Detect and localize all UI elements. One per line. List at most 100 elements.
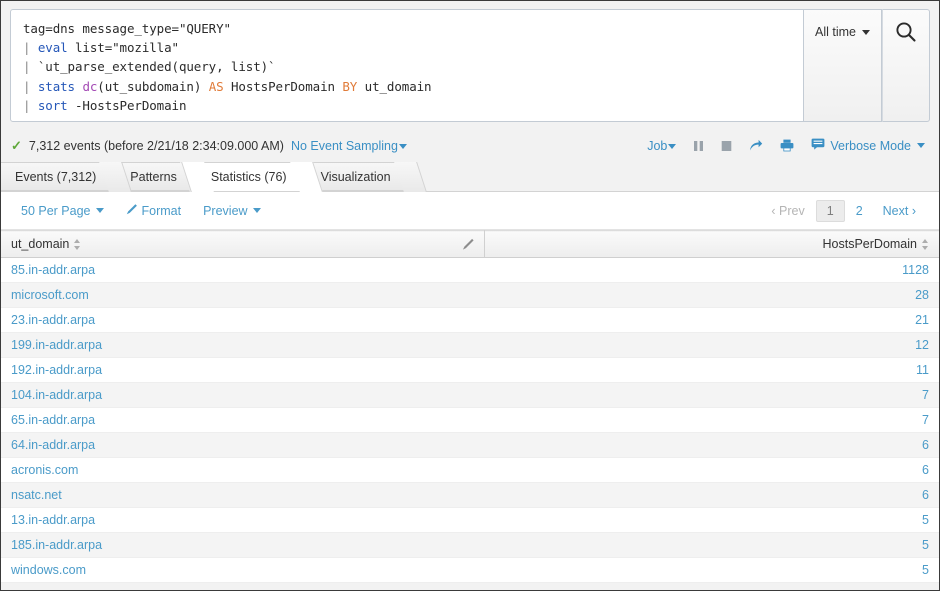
cell-HostsPerDomain[interactable]: 5	[484, 507, 939, 533]
pagination-page-1[interactable]: 1	[815, 199, 845, 222]
cell-value[interactable]: 7	[922, 413, 929, 427]
column-header-ut_domain[interactable]: ut_domain	[1, 230, 485, 258]
pagination-next-label: Next	[882, 203, 909, 218]
table-row: 23.in-addr.arpa 21	[1, 307, 939, 333]
cell-value[interactable]: 13.in-addr.arpa	[11, 513, 95, 527]
preview-dropdown[interactable]: Preview	[203, 204, 261, 218]
cell-value[interactable]: acronis.com	[11, 463, 78, 477]
pencil-icon	[126, 203, 138, 218]
cell-value[interactable]: 104.in-addr.arpa	[11, 388, 102, 402]
cell-value[interactable]: nsatc.net	[11, 488, 62, 502]
pagination-next[interactable]: Next ›	[874, 200, 925, 222]
sort-icon[interactable]	[74, 238, 81, 250]
cell-value[interactable]: 21	[915, 313, 929, 327]
spl-query-text: tag=dns message_type="QUERY" | eval list=…	[23, 19, 791, 115]
format-button[interactable]: Format	[126, 203, 181, 218]
table-row: microsoft.com 28	[1, 282, 939, 308]
cell-HostsPerDomain[interactable]: 12	[484, 332, 939, 358]
search-query-input[interactable]: tag=dns message_type="QUERY" | eval list=…	[10, 9, 804, 122]
print-icon[interactable]	[780, 139, 794, 152]
event-sampling-label: No Event Sampling	[290, 138, 398, 153]
cell-value[interactable]: 11	[916, 363, 929, 377]
statistics-table: ut_domain HostsPerDomain 85.in-addr.arpa…	[1, 230, 939, 583]
column-header-label: HostsPerDomain	[822, 237, 917, 251]
column-header-label: ut_domain	[11, 237, 70, 251]
cell-value[interactable]: 65.in-addr.arpa	[11, 413, 95, 427]
splunk-search-app: tag=dns message_type="QUERY" | eval list=…	[0, 0, 940, 591]
tab-label: Patterns	[130, 170, 177, 184]
cell-value[interactable]: 199.in-addr.arpa	[11, 338, 102, 352]
cell-HostsPerDomain[interactable]: 6	[484, 457, 939, 483]
tab-visualization[interactable]: Visualization	[306, 162, 427, 192]
pause-icon[interactable]	[693, 140, 704, 152]
cell-ut_domain[interactable]: 192.in-addr.arpa	[1, 357, 484, 383]
spl-query-line-4: | stats dc(ut_subdomain) AS HostsPerDoma…	[23, 78, 432, 94]
cell-value[interactable]: 6	[922, 438, 929, 452]
cell-HostsPerDomain[interactable]: 5	[484, 532, 939, 558]
column-edit-pencil-icon[interactable]	[462, 238, 475, 251]
cell-HostsPerDomain[interactable]: 6	[484, 432, 939, 458]
cell-value[interactable]: 64.in-addr.arpa	[11, 438, 95, 452]
job-menu-button[interactable]: Job	[647, 138, 677, 153]
cell-ut_domain[interactable]: nsatc.net	[1, 482, 484, 508]
event-sampling-dropdown[interactable]: No Event Sampling	[291, 139, 407, 153]
cell-value[interactable]: 185.in-addr.arpa	[11, 538, 102, 552]
cell-value[interactable]: microsoft.com	[11, 288, 89, 302]
column-header-HostsPerDomain[interactable]: HostsPerDomain	[484, 230, 939, 258]
cell-value[interactable]: 12	[915, 338, 929, 352]
chevron-down-icon	[95, 208, 104, 213]
cell-ut_domain[interactable]: 65.in-addr.arpa	[1, 407, 484, 433]
cell-value[interactable]: 5	[922, 513, 929, 527]
stop-icon[interactable]	[721, 140, 732, 152]
chevron-down-icon	[917, 143, 925, 148]
cell-ut_domain[interactable]: 104.in-addr.arpa	[1, 382, 484, 408]
job-menu-label: Job	[647, 138, 668, 153]
per-page-dropdown[interactable]: 50 Per Page	[21, 204, 104, 218]
cell-ut_domain[interactable]: 185.in-addr.arpa	[1, 532, 484, 558]
cell-ut_domain[interactable]: acronis.com	[1, 457, 484, 483]
cell-value[interactable]: 6	[922, 488, 929, 502]
cell-value[interactable]: 6	[922, 463, 929, 477]
job-status-bar: ✓ 7,312 events (before 2/21/18 2:34:09.0…	[1, 130, 939, 161]
sort-icon[interactable]	[922, 238, 929, 250]
cell-ut_domain[interactable]: windows.com	[1, 557, 484, 583]
cell-value[interactable]: 192.in-addr.arpa	[11, 363, 102, 377]
share-icon[interactable]	[749, 139, 763, 152]
cell-HostsPerDomain[interactable]: 5	[484, 557, 939, 583]
tab-slant-right	[393, 162, 427, 192]
cell-value[interactable]: 5	[922, 563, 929, 577]
tab-statistics-76[interactable]: Statistics (76)	[180, 162, 323, 192]
cell-value[interactable]: 28	[915, 288, 929, 302]
table-header-row: ut_domain HostsPerDomain	[1, 230, 939, 258]
cell-HostsPerDomain[interactable]: 11	[484, 357, 939, 383]
cell-HostsPerDomain[interactable]: 21	[484, 307, 939, 333]
cell-value[interactable]: 85.in-addr.arpa	[11, 263, 95, 277]
cell-HostsPerDomain[interactable]: 7	[484, 382, 939, 408]
cell-ut_domain[interactable]: 64.in-addr.arpa	[1, 432, 484, 458]
pagination-page-2[interactable]: 2	[847, 200, 872, 222]
search-submit-button[interactable]	[882, 9, 930, 122]
cell-HostsPerDomain[interactable]: 6	[484, 482, 939, 508]
search-mode-dropdown[interactable]: Verbose Mode	[811, 138, 925, 153]
time-range-picker[interactable]: All time	[804, 9, 882, 122]
table-row: acronis.com 6	[1, 457, 939, 483]
cell-ut_domain[interactable]: 85.in-addr.arpa	[1, 257, 484, 283]
chevron-down-icon	[398, 143, 407, 149]
tab-events-7-312[interactable]: Events (7,312)	[1, 162, 133, 192]
cell-ut_domain[interactable]: 13.in-addr.arpa	[1, 507, 484, 533]
cell-ut_domain[interactable]: microsoft.com	[1, 282, 484, 308]
search-row: tag=dns message_type="QUERY" | eval list=…	[10, 9, 930, 122]
cell-HostsPerDomain[interactable]: 28	[484, 282, 939, 308]
cell-value[interactable]: 7	[922, 388, 929, 402]
pagination-prev[interactable]: ‹ Prev	[762, 200, 813, 222]
tab-label: Statistics (76)	[210, 170, 287, 184]
cell-HostsPerDomain[interactable]: 7	[484, 407, 939, 433]
cell-HostsPerDomain[interactable]: 1128	[484, 257, 939, 283]
cell-value[interactable]: 1128	[902, 263, 929, 277]
cell-value[interactable]: windows.com	[11, 563, 86, 577]
cell-ut_domain[interactable]: 23.in-addr.arpa	[1, 307, 484, 333]
results-toolbar: 50 Per Page Format Preview ‹ Prev 1 2 Ne…	[1, 192, 939, 230]
cell-value[interactable]: 5	[922, 538, 929, 552]
cell-ut_domain[interactable]: 199.in-addr.arpa	[1, 332, 484, 358]
cell-value[interactable]: 23.in-addr.arpa	[11, 313, 95, 327]
